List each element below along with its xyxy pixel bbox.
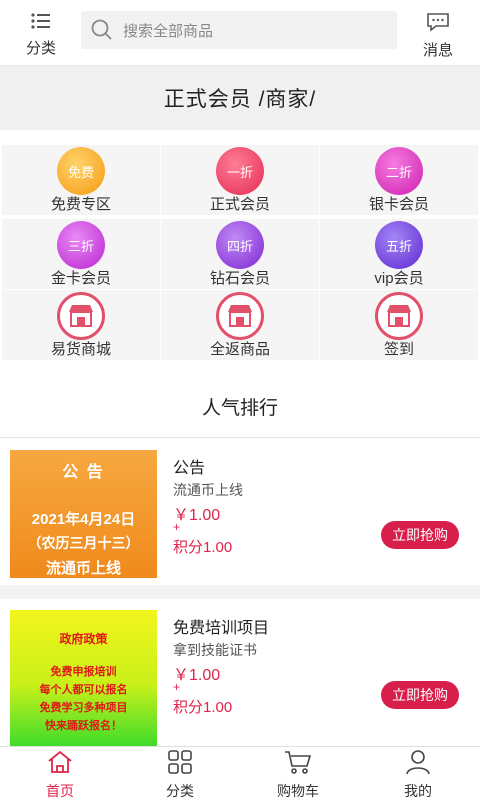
search-input[interactable]: 搜索全部商品 <box>81 11 397 49</box>
list-icon <box>31 13 50 29</box>
product-price: ￥1.00 <box>173 667 221 684</box>
thumb-line: 2021年4月24日 <box>31 511 136 528</box>
category-button[interactable]: 分类 <box>18 12 64 58</box>
product-subtitle: 拿到技能证书 <box>173 642 257 658</box>
bottom-nav: 首页 分类 购物车 我的 <box>0 746 480 800</box>
discount-badge: 一折 <box>216 147 264 195</box>
grid-item-diamond-member[interactable]: 四折 钻石会员 <box>161 219 319 289</box>
product-thumbnail: 政府政策 免费申报培训 每个人都可以报名 免费学习多种项目 快来踊跃报名！ <box>10 610 157 746</box>
grid-item-silver-member[interactable]: 二折 银卡会员 <box>320 145 478 215</box>
section-title-popular: 人气排行 <box>201 398 278 419</box>
thumb-line: 流通币上线 <box>45 560 121 577</box>
messages-label: 消息 <box>422 42 453 59</box>
grid-item-label: 正式会员 <box>209 196 270 213</box>
thumb-line: 免费申报培训 <box>50 666 117 678</box>
buy-now-button[interactable]: 立即抢购 <box>381 681 459 709</box>
discount-badge: 三折 <box>57 221 105 269</box>
grid-item-free-zone[interactable]: 免费 免费专区 <box>2 145 160 215</box>
product-name: 公告 <box>173 460 206 477</box>
shop-icon <box>57 292 105 340</box>
cart-icon <box>285 751 312 774</box>
grid-item-label: 金卡会员 <box>50 270 111 287</box>
discount-badge: 四折 <box>216 221 264 269</box>
user-icon <box>406 750 430 775</box>
banner-title: 正式会员 /商家/ <box>163 88 317 111</box>
nav-label: 分类 <box>166 783 194 799</box>
product-subtitle: 流通币上线 <box>173 482 243 498</box>
search-placeholder: 搜索全部商品 <box>123 22 214 40</box>
search-icon <box>91 19 112 40</box>
product-points: 积分1.00 <box>173 699 233 716</box>
grid-item-vip-member[interactable]: 五折 vip会员 <box>320 219 478 289</box>
thumb-line: 快来踊跃报名！ <box>45 720 122 732</box>
product-price: ￥1.00 <box>173 507 221 524</box>
nav-cart[interactable]: 购物车 <box>258 749 338 800</box>
thumb-line: 免费学习多种项目 <box>39 702 128 714</box>
divider <box>0 437 480 438</box>
messages-button[interactable]: 消息 <box>414 12 462 59</box>
membership-banner: 正式会员 /商家/ <box>0 66 480 130</box>
grid-item-label: 银卡会员 <box>368 196 429 213</box>
grid-item-check-in[interactable]: 签到 <box>320 290 478 360</box>
thumb-line: （农历三月十三） <box>27 535 140 551</box>
grid-item-label: 易货商城 <box>50 341 111 358</box>
discount-badge: 五折 <box>375 221 423 269</box>
grid-item-label: vip会员 <box>374 270 424 287</box>
product-name: 免费培训项目 <box>173 620 270 637</box>
price-plus: + <box>173 520 181 534</box>
grid-item-label: 全返商品 <box>209 341 270 358</box>
price-plus: + <box>173 680 181 694</box>
grid-item-barter-mall[interactable]: 易货商城 <box>2 290 160 360</box>
home-icon <box>48 750 72 773</box>
discount-badge: 二折 <box>375 147 423 195</box>
nav-home[interactable]: 首页 <box>20 749 100 800</box>
grid-item-full-refund[interactable]: 全返商品 <box>161 290 319 360</box>
section-gap <box>0 585 480 599</box>
nav-label: 首页 <box>46 783 74 799</box>
discount-badge: 免费 <box>57 147 105 195</box>
thumb-line: 公 告 <box>62 464 105 481</box>
grid-icon <box>168 750 192 774</box>
nav-category[interactable]: 分类 <box>140 749 220 800</box>
shop-icon <box>375 292 423 340</box>
grid-item-regular-member[interactable]: 一折 正式会员 <box>161 145 319 215</box>
thumb-line: 政府政策 <box>59 632 108 646</box>
product-points: 积分1.00 <box>173 539 233 556</box>
nav-label: 购物车 <box>277 783 319 799</box>
grid-item-label: 免费专区 <box>50 196 111 213</box>
nav-profile[interactable]: 我的 <box>378 749 458 800</box>
category-label: 分类 <box>25 40 56 57</box>
thumb-line: 每个人都可以报名 <box>39 684 128 696</box>
grid-item-label: 钻石会员 <box>209 270 270 287</box>
grid-item-label: 签到 <box>383 341 414 358</box>
buy-now-button[interactable]: 立即抢购 <box>381 521 459 549</box>
top-bar: 分类 搜索全部商品 消息 <box>0 0 480 66</box>
grid-item-gold-member[interactable]: 三折 金卡会员 <box>2 219 160 289</box>
shop-icon <box>216 292 264 340</box>
product-thumbnail: 公 告 2021年4月24日 （农历三月十三） 流通币上线 <box>10 450 157 578</box>
nav-label: 我的 <box>404 783 432 799</box>
message-icon <box>427 13 449 32</box>
